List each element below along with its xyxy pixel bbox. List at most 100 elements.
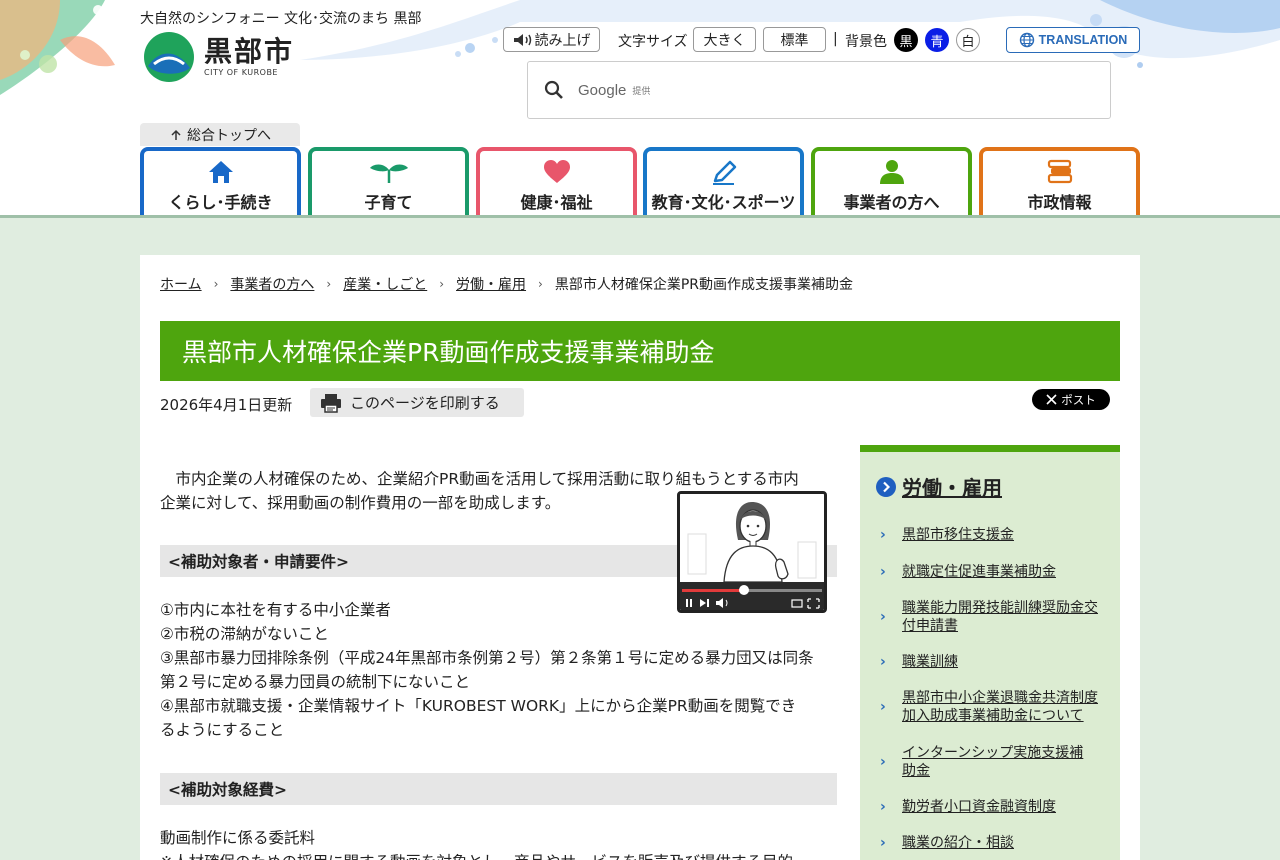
divider: | [833,31,838,47]
sidebar-item[interactable]: › 職業能力開発技能訓練奨励金交 付申請書 [880,599,1102,635]
nav-tab-label: 教育･文化･スポーツ [651,193,796,212]
intro-line-1: 市内企業の人材確保のため、企業紹介PR動画を活用して採用活動に取り組もうとする市… [160,470,799,488]
sidebar-heading[interactable]: 労働・雇用 [876,472,1002,501]
sidebar-item[interactable]: › 黒部市移住支援金 [880,526,1102,544]
chevron-right-icon: › [880,754,886,770]
sidebar-item-label[interactable]: 職業能力開発技能訓練奨励金交 付申請書 [902,599,1098,635]
sidebar-heading-label: 労働・雇用 [902,476,1002,500]
updated-date: 2026年4月1日更新 [160,396,293,414]
breadcrumb-home[interactable]: ホーム [160,274,202,294]
read-aloud-button[interactable]: 読み上げ [503,27,600,52]
sidebar-item-label[interactable]: 職業の紹介・相談 [902,834,1014,852]
font-normal-button[interactable]: 標準 [763,27,826,52]
logo-subtitle: CITY OF KUROBE [204,67,278,77]
chevron-right-icon: › [880,527,886,543]
chevron-right-icon: › [880,609,886,625]
requirement-4b: るようにすること [160,721,285,739]
x-post-button[interactable]: ポスト [1032,389,1110,410]
breadcrumb-business[interactable]: 事業者の方へ [230,274,314,294]
chevron-right-icon: › [880,799,886,815]
speaker-icon [513,33,531,46]
sidebar-item[interactable]: › 就職定住促進事業補助金 [880,563,1102,581]
chevron-right-icon: › [880,699,886,715]
site-header: 大自然のシンフォニー 文化･交流のまち 黒部 黒部市 CITY OF KUROB… [0,0,1280,218]
heart-icon [543,160,570,183]
arrow-up-icon [171,129,181,140]
site-search[interactable]: Google 提供 [527,61,1111,119]
read-aloud-label: 読み上げ [534,32,591,49]
sidebar-item[interactable]: › 勤労者小口資金融資制度 [880,798,1102,816]
person-icon [879,160,904,184]
chevron-right-icon: › [880,654,886,670]
print-button[interactable]: このページを印刷する [310,388,524,417]
sidebar-item[interactable]: › 黒部市中小企業退職金共済制度 加入助成事業補助金について [880,689,1102,725]
chevron-right-icon: › [538,277,543,291]
google-brand: Google [578,81,627,99]
nav-tab-business[interactable]: 事業者の方へ [811,147,972,217]
google-provided: 提供 [632,86,651,97]
chevron-circle-icon [876,476,896,497]
x-logo-icon [1046,394,1057,405]
globe-icon [1019,32,1034,48]
x-post-label: ポスト [1061,394,1096,407]
nav-tab-label: 市政情報 [1027,193,1092,212]
nav-tab-childcare[interactable]: 子育て [308,147,469,217]
print-label: このページを印刷する [350,394,500,412]
books-icon [1047,159,1072,184]
chevron-right-icon: › [213,277,219,291]
bg-color-label: 背景色 [845,34,887,50]
top-page-link[interactable]: 総合トップへ [140,123,300,146]
nav-tab-health[interactable]: 健康･福祉 [476,147,637,217]
video-illustration [677,491,827,613]
chevron-right-icon: › [880,564,886,580]
bg-white-button[interactable]: 白 [956,28,980,52]
breadcrumb: ホーム › 事業者の方へ › 産業・しごと › 労働・雇用 › 黒部市人材確保企… [160,274,853,294]
sidebar-item[interactable]: › インターンシップ実施支援補 助金 [880,744,1102,780]
chevron-right-icon: › [880,835,886,851]
search-input[interactable] [658,70,1110,110]
pencil-icon [712,160,736,185]
font-larger-button[interactable]: 大きく [693,27,756,52]
requirement-2: ②市税の滞納がないこと [160,625,329,643]
expense-line-2: ※人材確保のための採用に関する動画を対象とし、商品やサービスを販売及び提供する目… [160,850,837,860]
requirement-1: ①市内に本社を有する中小企業者 [160,601,391,619]
requirement-4a: ④黒部市就職支援・企業情報サイト「KUROBEST WORK」上にから企業PR動… [160,697,797,715]
chevron-right-icon: › [439,277,445,291]
sidebar-item-label[interactable]: 黒部市移住支援金 [902,526,1014,544]
sprout-icon [369,164,408,183]
city-emblem-icon [144,32,194,82]
sidebar-item-label[interactable]: 勤労者小口資金融資制度 [902,798,1056,816]
requirement-3a: ③黒部市暴力団排除条例（平成24年黒部市条例第２号）第２条第１号に定める暴力団又… [160,649,814,667]
bg-black-button[interactable]: 黒 [894,28,918,52]
sidebar-item-label[interactable]: 黒部市中小企業退職金共済制度 加入助成事業補助金について [902,689,1098,725]
sidebar-item-label[interactable]: インターンシップ実施支援補 助金 [902,744,1083,780]
printer-icon [321,393,341,413]
sidebar-item[interactable]: › 職業の紹介・相談 [880,834,1102,852]
page-title: 黒部市人材確保企業PR動画作成支援事業補助金 [160,321,1120,381]
expense-line-1: 動画制作に係る委託料 [160,829,316,847]
logo-name: 黒部市 [204,34,295,68]
bg-blue-button[interactable]: 青 [925,28,949,52]
nav-tab-education[interactable]: 教育･文化･スポーツ [643,147,804,217]
translation-label: TRANSLATION [1038,33,1128,47]
nav-tab-label: 子育て [364,193,413,212]
sidebar-item[interactable]: › 職業訓練 [880,653,1102,671]
nav-tab-label: くらし･手続き [168,193,273,212]
video-person-image [680,494,824,610]
nav-tab-living[interactable]: くらし･手続き [140,147,301,217]
section-heading-expenses: <補助対象経費> [160,773,837,805]
sidebar-item-label[interactable]: 職業訓練 [902,653,958,671]
breadcrumb-labor[interactable]: 労働・雇用 [456,274,526,294]
chevron-right-icon: › [326,277,332,291]
site-logo[interactable]: 黒部市 CITY OF KUROBE [142,30,294,82]
tagline: 大自然のシンフォニー 文化･交流のまち 黒部 [140,11,422,27]
nav-tab-label: 事業者の方へ [843,193,940,212]
sidebar-item-label[interactable]: 就職定住促進事業補助金 [902,563,1056,581]
font-size-label: 文字サイズ [618,34,688,50]
translation-button[interactable]: TRANSLATION [1006,27,1140,53]
nav-tab-government[interactable]: 市政情報 [979,147,1140,217]
top-page-label: 総合トップへ [187,127,271,144]
search-icon[interactable] [544,80,564,100]
requirement-3b: 第２号に定める暴力団員の統制下にないこと [160,673,471,691]
breadcrumb-industry[interactable]: 産業・しごと [343,274,427,294]
